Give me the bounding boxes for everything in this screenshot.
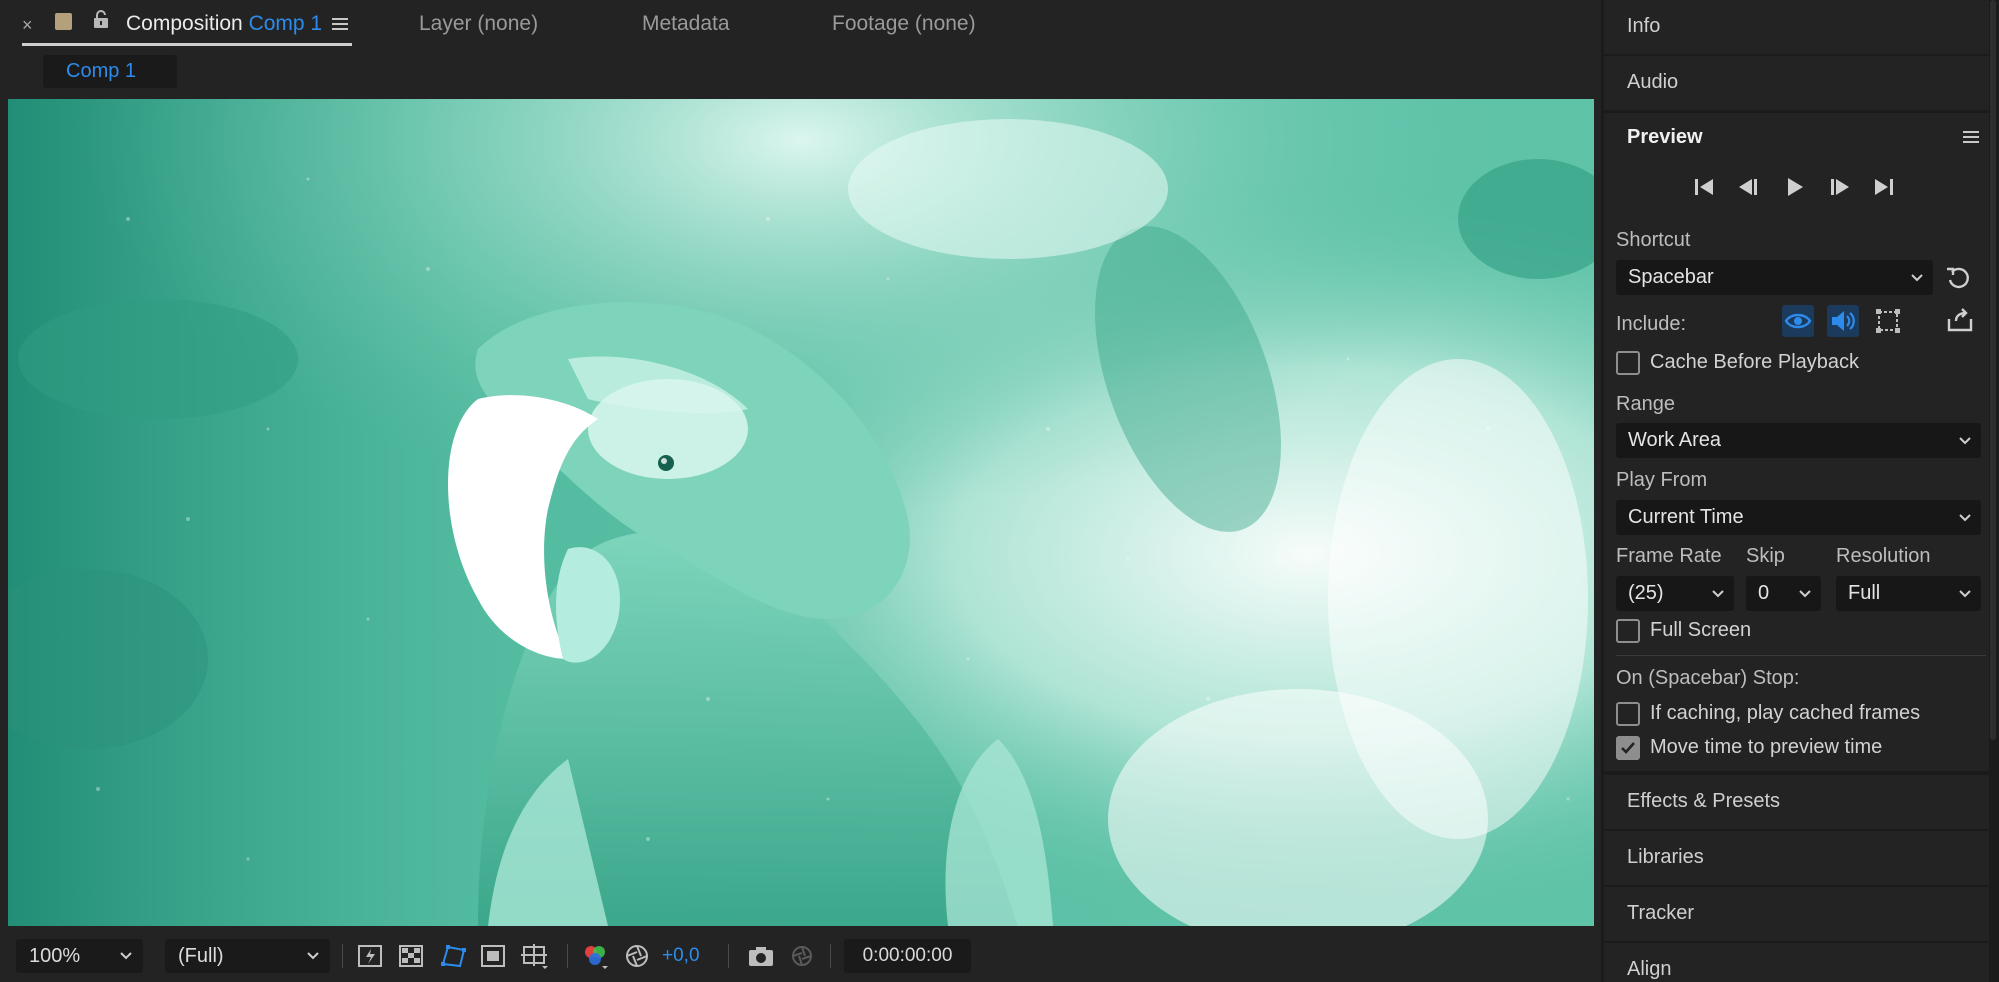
panel-audio[interactable]: Audio [1604,56,1989,110]
viewer-footage-image [8,99,1594,926]
tab-layer[interactable]: Layer (none) [419,12,538,36]
include-audio-speaker-icon[interactable] [1827,305,1859,337]
chevron-down-icon [1909,260,1925,307]
resolution-value: (Full) [178,945,224,967]
panel-info[interactable]: Info [1604,0,1989,54]
color-channels-icon[interactable] [580,942,610,970]
range-value: Work Area [1628,429,1721,451]
tab-metadata[interactable]: Metadata [642,12,730,36]
last-frame-icon[interactable] [1869,175,1899,199]
frame-rate-dropdown[interactable]: (25) [1616,576,1734,611]
resolution-label: Resolution [1836,545,1931,567]
section-divider [1616,655,1986,656]
comp-navigator-bar: Comp 1 [6,48,1595,96]
transparency-grid-icon[interactable] [397,942,427,970]
move-time-checkbox[interactable] [1616,736,1640,760]
reset-exposure-icon[interactable] [622,942,652,970]
current-time-display[interactable]: 0:00:00:00 [844,939,971,973]
comp-breadcrumb-chip[interactable]: Comp 1 [43,55,177,88]
tab-composition-name: Comp 1 [248,12,323,35]
play-icon[interactable] [1779,175,1809,199]
chevron-down-icon [1957,423,1973,470]
first-frame-icon[interactable] [1689,175,1719,199]
tab-composition[interactable]: × Composition Comp 1 [22,9,352,46]
preview-resolution-dropdown[interactable]: Full [1836,576,1981,611]
panel-menu-icon[interactable] [1963,129,1979,150]
shortcut-value: Spacebar [1628,266,1714,288]
output-to-icon[interactable] [1944,305,1976,337]
close-tab-icon[interactable]: × [22,15,33,36]
chevron-down-icon [1957,500,1973,547]
tab-composition-title: Composition Comp 1 [126,12,322,36]
label-color-swatch[interactable] [55,13,72,30]
exposure-value[interactable]: +0,0 [662,945,700,967]
panel-libraries[interactable]: Libraries [1604,831,1989,885]
skip-dropdown[interactable]: 0 [1746,576,1821,611]
frame-rate-value: (25) [1628,582,1664,604]
panel-tab-bar: × Composition Comp 1 Layer (none) Metada… [0,0,1601,48]
viewer-bottom-toolbar: 100% (Full) +0,0 0:00:00:00 [0,936,1601,982]
shortcut-label: Shortcut [1616,229,1691,251]
resolution-dropdown[interactable]: (Full) [165,939,330,973]
range-dropdown[interactable]: Work Area [1616,423,1981,458]
include-options [1782,305,1982,339]
chevron-down-icon [306,939,320,982]
on-stop-label: On (Spacebar) Stop: [1616,667,1800,689]
range-label: Range [1616,393,1675,415]
chevron-down-icon [1797,576,1813,623]
lock-icon[interactable] [92,9,110,35]
full-screen-checkbox[interactable] [1616,619,1640,643]
panel-align[interactable]: Align [1604,943,1989,982]
shortcut-dropdown[interactable]: Spacebar [1616,260,1933,295]
include-label: Include: [1616,313,1687,335]
cache-before-playback-checkbox[interactable] [1616,351,1640,375]
region-of-interest-icon[interactable] [479,942,509,970]
reset-shortcut-icon[interactable] [1944,264,1972,292]
chevron-down-icon [119,939,133,982]
play-from-label: Play From [1616,469,1708,491]
move-time-label: Move time to preview time [1650,736,1883,758]
toolbar-divider [342,944,343,968]
panel-tracker[interactable]: Tracker [1604,887,1989,941]
chevron-down-icon [1957,576,1973,623]
frame-rate-label: Frame Rate [1616,545,1722,567]
toolbar-divider [830,944,831,968]
include-video-eye-icon[interactable] [1782,305,1814,337]
toolbar-divider [567,944,568,968]
right-panel-stack: Info Audio Preview Shortcut Spacebar Inc… [1601,0,1999,982]
skip-value: 0 [1758,582,1770,604]
chevron-down-icon [1710,576,1726,623]
skip-label: Skip [1746,545,1785,567]
mask-path-visibility-icon[interactable] [438,942,468,970]
toolbar-divider [728,944,729,968]
grid-guides-icon[interactable] [520,942,550,970]
play-from-value: Current Time [1628,506,1744,528]
tab-composition-prefix: Composition [126,12,243,35]
fast-previews-icon[interactable] [356,942,386,970]
panel-menu-icon[interactable] [332,14,348,38]
panel-scrollbar[interactable] [1990,0,1996,740]
next-frame-icon[interactable] [1824,175,1854,199]
checkmark-icon [1621,742,1635,754]
composition-viewer[interactable] [8,99,1594,926]
if-caching-label: If caching, play cached frames [1650,702,1921,724]
composition-panel: × Composition Comp 1 Layer (none) Metada… [0,0,1601,982]
tab-footage[interactable]: Footage (none) [832,12,976,36]
panel-effects-presets[interactable]: Effects & Presets [1604,775,1989,829]
include-overlays-icon[interactable] [1872,305,1904,337]
magnification-dropdown[interactable]: 100% [16,939,143,973]
snapshot-camera-icon[interactable] [746,942,776,970]
full-screen-label: Full Screen [1650,619,1752,641]
show-snapshot-icon[interactable] [787,942,817,970]
magnification-value: 100% [29,945,81,967]
previous-frame-icon[interactable] [1734,175,1764,199]
preview-panel-title[interactable]: Preview [1627,126,1703,149]
preview-resolution-value: Full [1848,582,1881,604]
play-from-dropdown[interactable]: Current Time [1616,500,1981,535]
if-caching-checkbox[interactable] [1616,702,1640,726]
cache-before-playback-label: Cache Before Playback [1650,351,1860,373]
panel-preview: Preview Shortcut Spacebar Include: Cache… [1604,113,1989,771]
